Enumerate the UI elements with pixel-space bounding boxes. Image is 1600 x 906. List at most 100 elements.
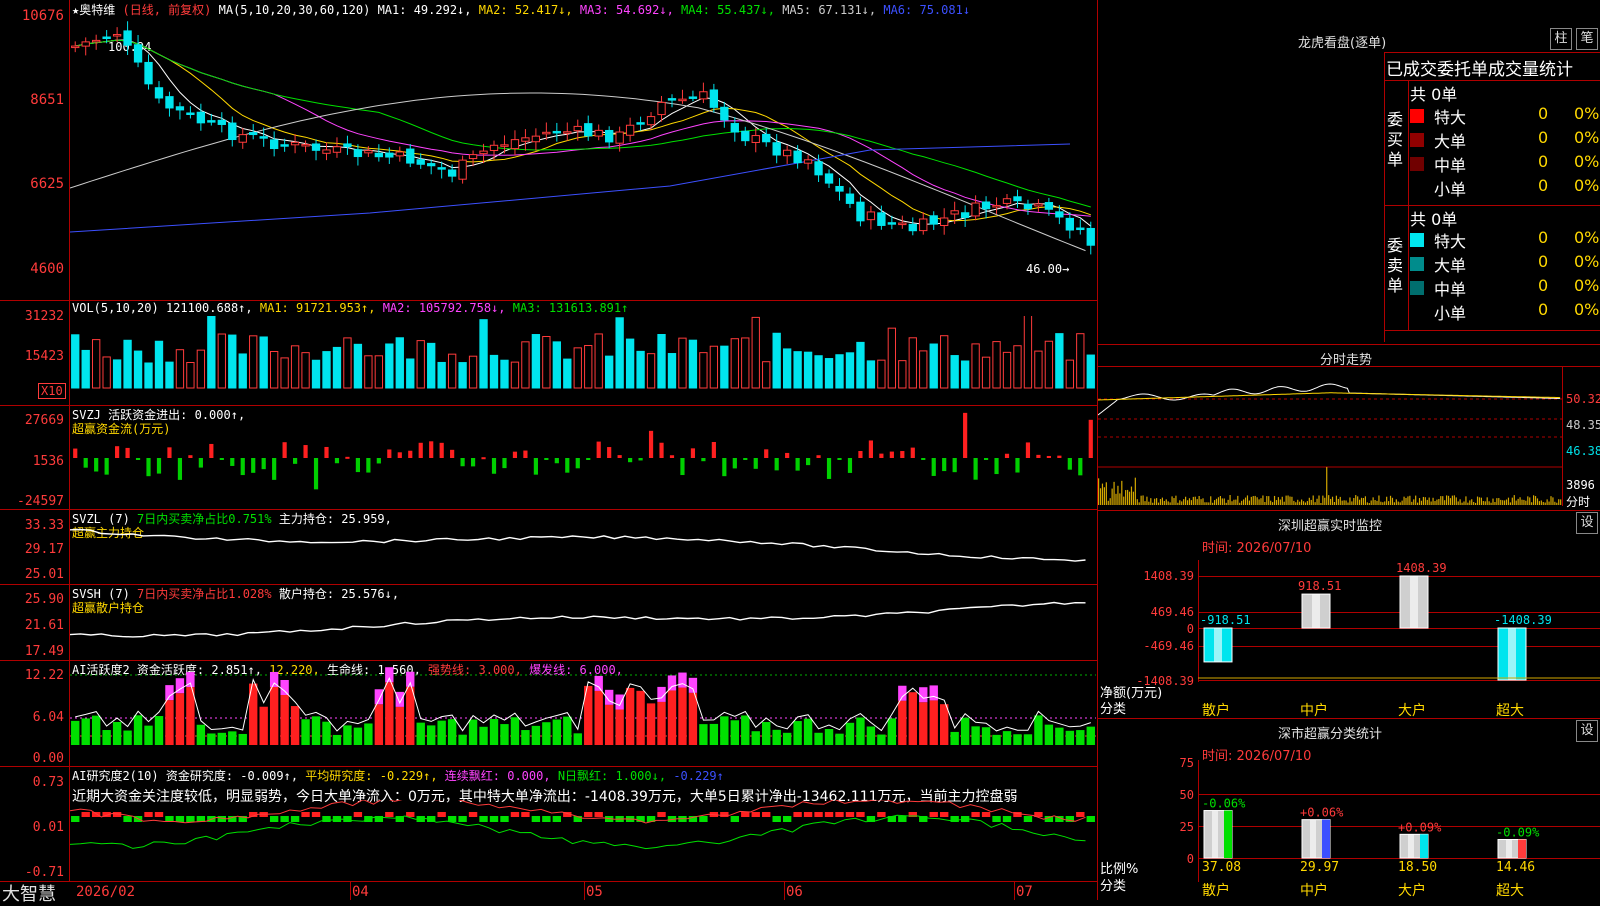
- intraday-volume-bar: [1165, 499, 1167, 505]
- research-bar: [584, 812, 593, 817]
- proportion-value-label: 29.97: [1300, 860, 1340, 875]
- intraday-volume-bar: [1194, 496, 1196, 505]
- intraday-volume-bar: [1505, 499, 1508, 505]
- ai1-chart[interactable]: [70, 661, 1096, 766]
- intraday-volume-bar: [1418, 498, 1421, 505]
- x-axis-label: 07: [1016, 884, 1033, 900]
- tick-mode-button[interactable]: 笔: [1576, 28, 1598, 50]
- intraday-volume-bar: [1347, 502, 1349, 505]
- sell-row-label: 特大: [1434, 232, 1467, 251]
- volume-bar: [311, 359, 321, 389]
- flow-bar: [868, 440, 874, 458]
- activity-bar: [301, 719, 310, 745]
- candle: [489, 144, 499, 151]
- classify-category-label: 超大: [1496, 883, 1524, 899]
- classify-bar-chart[interactable]: -0.06% +0.06% +0.09% -0.09%: [1198, 760, 1600, 860]
- intraday-volume-bar: [1148, 501, 1150, 505]
- intraday-volume-bar: [1266, 496, 1268, 505]
- volume-bar: [751, 316, 760, 389]
- research-bar: [845, 812, 855, 817]
- volume-bar: [762, 361, 771, 389]
- research-bar: [762, 812, 771, 817]
- intraday-volume-bar: [1357, 496, 1359, 505]
- net-amount-bar-highlight: [1214, 628, 1222, 662]
- intraday-volume-bar: [1492, 498, 1494, 505]
- activity-bar: [908, 692, 917, 745]
- research-bar: [175, 816, 185, 822]
- sell-color-swatch: [1410, 281, 1424, 295]
- flow-bar: [439, 442, 444, 458]
- research-bar: [720, 812, 729, 817]
- volume-bar: [887, 327, 897, 389]
- y-tick: -24597: [17, 494, 64, 509]
- candle: [416, 159, 425, 165]
- candle: [552, 130, 561, 134]
- activity-bar: [646, 703, 656, 745]
- dragon-tabs[interactable]: 已成交委托单成交量统计: [1386, 55, 1573, 80]
- classify-settings-button[interactable]: 设: [1576, 720, 1598, 742]
- candle: [196, 111, 206, 124]
- intraday-volume-bar: [1403, 496, 1405, 505]
- intraday-volume-bar: [1542, 501, 1544, 505]
- svzj-chart[interactable]: [70, 406, 1096, 508]
- intraday-volume-bar: [1384, 501, 1386, 505]
- research-bar: [458, 816, 467, 822]
- candle: [615, 131, 624, 144]
- intraday-volume-bar: [1128, 491, 1131, 505]
- intraday-volume-bar: [1156, 498, 1158, 505]
- intraday-volume-bar: [1179, 500, 1181, 505]
- volume-bar: [908, 337, 917, 389]
- proportion-change-label: +0.06%: [1300, 806, 1344, 820]
- ai2-chart[interactable]: [70, 800, 1096, 880]
- volume-bar: [688, 339, 698, 389]
- activity-bar: [950, 731, 959, 745]
- research-bar: [992, 816, 1001, 822]
- bar-mode-button[interactable]: 柱: [1550, 28, 1572, 50]
- research-bar: [81, 812, 90, 817]
- candle: [123, 30, 132, 46]
- sell-row-label: 小单: [1434, 304, 1467, 323]
- intraday-volume-bar: [1202, 498, 1204, 505]
- research-bar: [751, 812, 760, 817]
- candlestick-chart[interactable]: [70, 18, 1096, 300]
- intraday-chart[interactable]: [1098, 367, 1562, 507]
- candle: [730, 123, 739, 133]
- intraday-volume-bar: [1268, 496, 1270, 505]
- chart-area[interactable]: ★奥特维 (日线, 前复权) MA(5,10,20,30,60,120) MA1…: [0, 0, 1098, 905]
- volume-bar: [1023, 316, 1033, 389]
- candle: [835, 185, 844, 192]
- intraday-volume-bar: [1200, 499, 1202, 505]
- intraday-volume-bar: [1185, 496, 1187, 505]
- flow-bar: [1078, 458, 1083, 476]
- intraday-volume-bar: [1163, 500, 1165, 505]
- flow-bar: [313, 458, 319, 490]
- y-tick: 75: [1179, 756, 1194, 770]
- activity-bar: [1013, 734, 1022, 745]
- monitor-bar-chart[interactable]: -918.51 918.51 1408.39 -1408.39: [1198, 560, 1600, 700]
- candle: [751, 135, 760, 143]
- volume-bar: [175, 349, 185, 389]
- volume-chart[interactable]: [70, 316, 1096, 404]
- intraday-volume-bar: [1339, 496, 1341, 505]
- stock-name[interactable]: 奥特维: [79, 3, 115, 17]
- svsh-chart[interactable]: [70, 585, 1096, 660]
- activity-bar: [688, 692, 698, 745]
- intraday-volume-bar: [1198, 496, 1200, 505]
- candle: [845, 193, 855, 204]
- proportion-bar-highlight: [1212, 810, 1218, 858]
- svzl-chart[interactable]: [70, 510, 1096, 584]
- research-bar: [929, 812, 938, 817]
- activity-bar: [919, 702, 928, 745]
- proportion-value-label: 37.08: [1202, 860, 1242, 875]
- flow-bar: [219, 458, 224, 460]
- activity-bar: [510, 717, 520, 745]
- monitor-settings-button[interactable]: 设: [1576, 512, 1598, 534]
- research-bar: [877, 812, 886, 817]
- y-tick: 25: [1179, 820, 1194, 834]
- activity-bar: [427, 725, 436, 745]
- intraday-volume-bar: [1181, 501, 1183, 505]
- intraday-volume-bar: [1241, 500, 1243, 505]
- activity-bar: [866, 726, 876, 745]
- volume-bar: [584, 345, 593, 389]
- activity-bar: [217, 732, 226, 745]
